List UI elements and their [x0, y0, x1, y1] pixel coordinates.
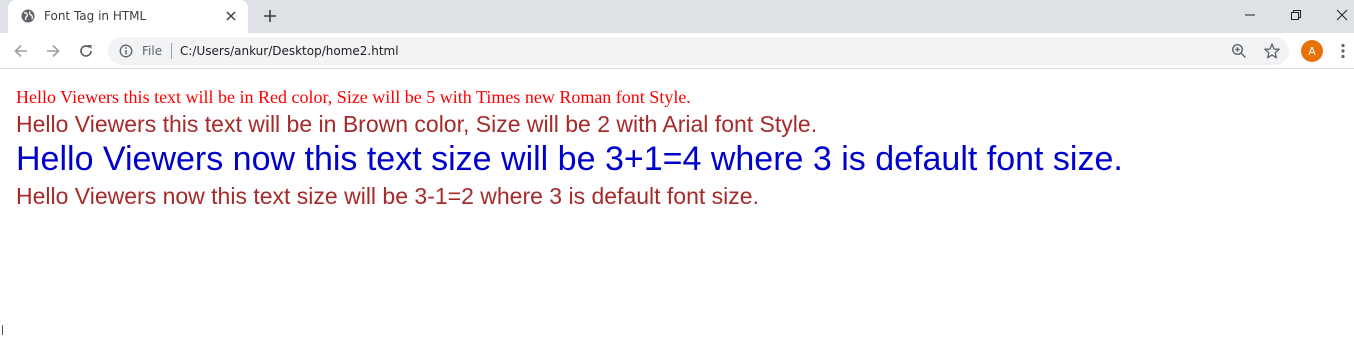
close-window-button[interactable] — [1319, 0, 1354, 30]
close-tab-icon[interactable] — [224, 9, 238, 23]
scheme-label: File — [142, 44, 163, 58]
info-icon[interactable] — [119, 44, 133, 58]
close-icon — [1336, 9, 1348, 21]
globe-icon — [21, 9, 35, 23]
profile-avatar[interactable]: A — [1301, 40, 1323, 62]
address-bar[interactable]: File C:/Users/ankur/Desktop/home2.html — [108, 37, 1289, 65]
minimize-button[interactable] — [1227, 0, 1273, 30]
page-content: Hello Viewers this text will be in Red c… — [0, 70, 1354, 337]
restore-icon — [1291, 10, 1301, 20]
browser-toolbar: File C:/Users/ankur/Desktop/home2.html A — [0, 33, 1354, 69]
omnibox-divider — [171, 43, 172, 59]
blue-large-text: Hello Viewers now this text size will be… — [16, 140, 1123, 178]
url-text[interactable]: C:/Users/ankur/Desktop/home2.html — [180, 44, 399, 58]
tab-title: Font Tag in HTML — [44, 9, 147, 23]
new-tab-icon[interactable] — [261, 7, 279, 25]
zoom-icon[interactable] — [1231, 43, 1247, 59]
reload-icon[interactable] — [77, 42, 95, 60]
text-caret — [2, 325, 3, 335]
bookmark-star-icon[interactable] — [1263, 42, 1281, 60]
back-arrow-icon[interactable] — [12, 42, 30, 60]
red-times-text: Hello Viewers this text will be in Red c… — [16, 87, 691, 107]
brown-small-text: Hello Viewers now this text size will be… — [16, 183, 759, 209]
brown-arial-text: Hello Viewers this text will be in Brown… — [16, 111, 818, 137]
forward-arrow-icon[interactable] — [44, 42, 62, 60]
tab-font-tag[interactable]: Font Tag in HTML — [8, 0, 248, 33]
tab-strip: Font Tag in HTML — [0, 0, 1354, 33]
more-menu-icon[interactable] — [1336, 42, 1350, 60]
restore-button[interactable] — [1273, 0, 1319, 30]
minimize-icon — [1245, 14, 1255, 16]
